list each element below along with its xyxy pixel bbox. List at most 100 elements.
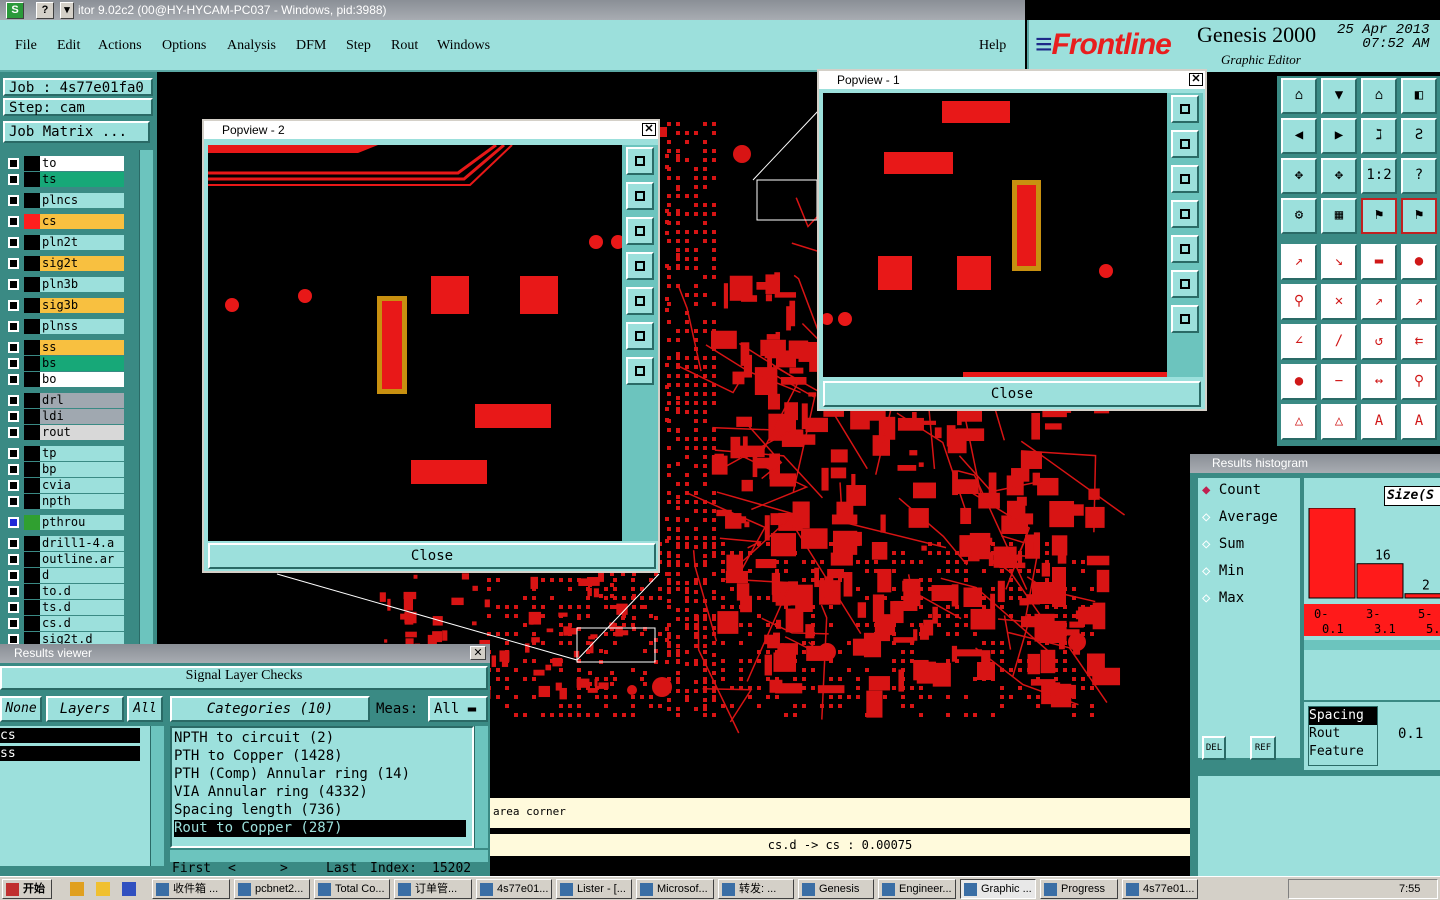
layer-color-swatch[interactable] (24, 372, 40, 387)
layer-color-swatch[interactable] (24, 409, 40, 424)
rotate-icon[interactable]: ℷ (1361, 118, 1397, 154)
layer-color-swatch[interactable] (24, 568, 40, 583)
layer-color-swatch[interactable] (24, 494, 40, 509)
popview-1-close-button[interactable]: Close (823, 381, 1201, 407)
histogram-bar[interactable] (1356, 563, 1404, 599)
layer-color-swatch[interactable] (24, 172, 40, 187)
layer-checkbox[interactable] (8, 517, 19, 528)
layer-name[interactable]: bo (40, 372, 124, 387)
taskbar-item[interactable]: 收件箱 ... (152, 879, 230, 899)
edit-line-icon[interactable]: ↘ (1321, 244, 1357, 280)
layer-color-swatch[interactable] (24, 356, 40, 371)
layer-checkbox[interactable] (8, 395, 19, 406)
list-item[interactable]: Spacing (1309, 707, 1377, 725)
popview-2-canvas[interactable] (208, 145, 622, 541)
option-count[interactable]: ◆ Count (1202, 482, 1261, 498)
list-item[interactable]: cs (0, 728, 140, 743)
pan-right-icon[interactable] (626, 287, 654, 315)
layer-color-swatch[interactable] (24, 235, 40, 250)
layer-row-pthrou[interactable]: pthrou (6, 515, 124, 530)
layer-checkbox[interactable] (8, 279, 19, 290)
layer-color-swatch[interactable] (24, 393, 40, 408)
layer-color-swatch[interactable] (24, 277, 40, 292)
taskbar-item[interactable]: Graphic ... (960, 879, 1036, 899)
layer-color-swatch[interactable] (24, 156, 40, 171)
check-item[interactable]: VIA Annular ring (4332) (174, 784, 466, 801)
layer-display-2-icon[interactable]: ⚑ (1401, 198, 1437, 234)
layer-name[interactable]: ss (40, 340, 124, 355)
browser-icon[interactable] (96, 882, 110, 896)
check-item[interactable]: Rout to Copper (287) (174, 820, 466, 837)
settings-icon[interactable]: ⚙ (1281, 198, 1317, 234)
menu-help[interactable]: Help (979, 38, 1006, 54)
layer-color-swatch[interactable] (24, 536, 40, 551)
layer-checkbox[interactable] (8, 411, 19, 422)
none-button[interactable]: None (0, 696, 42, 722)
layer-color-swatch[interactable] (24, 552, 40, 567)
menu-rout[interactable]: Rout (391, 38, 418, 54)
layer-checkbox[interactable] (8, 300, 19, 311)
list-item[interactable]: ss (0, 746, 140, 761)
layer-name[interactable]: sig3b (40, 298, 124, 313)
histogram-bar[interactable] (1308, 508, 1356, 599)
list-item[interactable]: Rout (1309, 725, 1377, 743)
pan-left-icon[interactable] (1171, 200, 1199, 228)
layer-row-pln3b[interactable]: pln3b (6, 277, 124, 292)
option-sum[interactable]: ◇ Sum (1202, 536, 1244, 552)
net-icon[interactable]: ⚲ (1281, 284, 1317, 320)
close-icon[interactable]: ✕ (642, 123, 656, 136)
job-matrix-button[interactable]: Job Matrix ... (3, 121, 150, 143)
layer-row-sig2t[interactable]: sig2t (6, 256, 124, 271)
layer-row-npth[interactable]: npth (6, 494, 124, 509)
zoom-in-icon[interactable]: ▼ (1321, 78, 1357, 114)
layer-display-icon[interactable]: ⚑ (1361, 198, 1397, 234)
layer-name[interactable]: plncs (40, 193, 124, 208)
layer-checkbox[interactable] (8, 586, 19, 597)
layer-row-outline.ar[interactable]: outline.ar (6, 552, 124, 567)
layer-checkbox[interactable] (8, 538, 19, 549)
menu-actions[interactable]: Actions (98, 38, 142, 54)
menu-file[interactable]: File (15, 38, 37, 54)
popview-1-canvas[interactable] (823, 93, 1167, 377)
check-item[interactable]: PTH to Copper (1428) (174, 748, 466, 765)
layer-checkbox[interactable] (8, 358, 19, 369)
layer-name[interactable]: pln2t (40, 235, 124, 250)
layer-row-rout[interactable]: rout (6, 425, 124, 440)
layer-name[interactable]: bs (40, 356, 124, 371)
taskbar-item[interactable]: 4s77e01... (476, 879, 552, 899)
zoom-in-icon[interactable] (1171, 130, 1199, 158)
layer-name[interactable]: sig2t (40, 256, 124, 271)
layer-row-cs[interactable]: cs (6, 214, 124, 229)
layer-name[interactable]: cs.d (40, 616, 124, 631)
app-icon[interactable]: S (6, 2, 24, 19)
start-button[interactable]: 开始 (2, 879, 52, 899)
taskbar-item[interactable]: 订单管... (394, 879, 472, 899)
layer-row-ldi[interactable]: ldi (6, 409, 124, 424)
layer-checkbox[interactable] (8, 570, 19, 581)
taskbar-item[interactable]: Microsof... (636, 879, 714, 899)
layer-checkbox[interactable] (8, 602, 19, 613)
layer-row-drl[interactable]: drl (6, 393, 124, 408)
layer-name[interactable]: rout (40, 425, 124, 440)
check-item[interactable]: PTH (Comp) Annular ring (14) (174, 766, 466, 783)
layer-name[interactable]: pthrou (40, 515, 124, 530)
layer-checkbox[interactable] (8, 158, 19, 169)
next-button[interactable]: > (280, 862, 288, 876)
pan-right-icon[interactable]: ▶ (1321, 118, 1357, 154)
layer-name[interactable]: ldi (40, 409, 124, 424)
text-2-icon[interactable]: A (1401, 404, 1437, 440)
app-icon[interactable] (122, 882, 136, 896)
layer-row-bo[interactable]: bo (6, 372, 124, 387)
menu-edit[interactable]: Edit (57, 38, 80, 54)
layer-name[interactable]: to.d (40, 584, 124, 599)
pan-left-icon[interactable]: ◀ (1281, 118, 1317, 154)
layer-row-bs[interactable]: bs (6, 356, 124, 371)
option-min[interactable]: ◇ Min (1202, 563, 1244, 579)
taskbar-item[interactable]: pcbnet2... (234, 879, 310, 899)
layer-name[interactable]: d (40, 568, 124, 583)
layer-checkbox[interactable] (8, 237, 19, 248)
check-item[interactable]: Spacing length (736) (174, 802, 466, 819)
layer-color-swatch[interactable] (24, 425, 40, 440)
layer-color-swatch[interactable] (24, 478, 40, 493)
layer-row-sig3b[interactable]: sig3b (6, 298, 124, 313)
